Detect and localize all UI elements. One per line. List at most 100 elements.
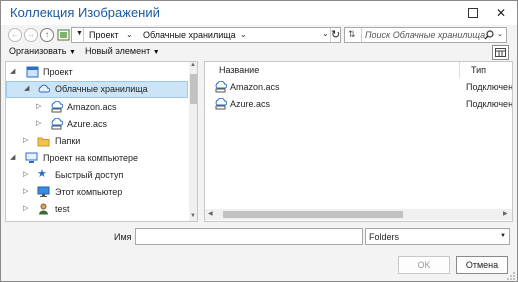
location-icon: [57, 29, 70, 41]
cloud-connection-icon: [215, 81, 227, 93]
user-icon: [39, 203, 48, 215]
tree-item-label: Проект: [43, 67, 73, 77]
search-icon[interactable]: [484, 30, 494, 40]
list-horizontal-scrollbar[interactable]: ◀ ▶: [205, 209, 512, 220]
tree-item-label: Amazon.acs: [67, 102, 117, 112]
column-header-type[interactable]: Тип: [471, 65, 486, 75]
column-divider[interactable]: [459, 62, 460, 78]
tree-item-amazon[interactable]: ▷ Amazon.acs: [6, 99, 188, 116]
list-row-amazon[interactable]: Amazon.acs Подключение: [211, 79, 512, 96]
cloud-connection-icon: [215, 98, 227, 110]
list-item-type: Подключение: [466, 99, 513, 109]
close-button[interactable]: ✕: [493, 5, 509, 21]
computer-project-icon: [25, 152, 38, 163]
forward-button[interactable]: →: [24, 28, 38, 42]
refresh-icon[interactable]: ↻: [331, 28, 340, 41]
cancel-button[interactable]: Отмена: [456, 256, 508, 274]
collapse-arrow-icon[interactable]: ◢: [24, 84, 29, 92]
expand-arrow-icon[interactable]: ▷: [23, 170, 28, 178]
navigation-tree[interactable]: ◢ Проект ◢ Облачные хранилища ▷ Amazon.a…: [5, 61, 198, 222]
chevron-down-icon: ▼: [152, 49, 160, 56]
tree-item-label: Облачные хранилища: [55, 84, 148, 94]
collapse-arrow-icon[interactable]: ◢: [10, 153, 15, 161]
tree-item-folders[interactable]: ▷ Папки: [6, 133, 188, 150]
crumb-cloud-storage[interactable]: Облачные хранилища: [143, 30, 236, 40]
crumb-project[interactable]: Проект: [89, 30, 119, 40]
sort-icon[interactable]: ⇅: [348, 29, 356, 40]
resize-grip-icon[interactable]: [506, 271, 516, 281]
tree-vertical-scrollbar[interactable]: ▲ ▼: [189, 62, 197, 221]
crumb-chevron-icon[interactable]: ⌄: [126, 30, 133, 39]
chevron-down-icon[interactable]: ▼: [76, 30, 83, 37]
list-row-azure[interactable]: Azure.acs Подключение: [211, 96, 513, 113]
tree-item-label: Быстрый доступ: [55, 170, 124, 180]
expand-arrow-icon[interactable]: ▷: [23, 204, 28, 212]
name-field[interactable]: [135, 228, 363, 245]
expand-arrow-icon[interactable]: ▷: [23, 187, 28, 195]
scroll-right-icon[interactable]: ▶: [503, 210, 508, 217]
window-title: Коллекция Изображений: [10, 5, 160, 20]
scroll-up-icon[interactable]: ▲: [190, 62, 196, 68]
expand-arrow-icon[interactable]: ▷: [23, 136, 28, 144]
history-dropdown-icon[interactable]: ⌄: [322, 29, 329, 38]
scroll-down-icon[interactable]: ▼: [190, 213, 196, 219]
crumb-chevron-icon[interactable]: ⌄: [240, 30, 247, 39]
chevron-down-icon: ▼: [68, 49, 76, 56]
tree-scroll-thumb[interactable]: [190, 74, 197, 104]
search-divider: [361, 28, 362, 42]
back-button[interactable]: ←: [8, 28, 22, 42]
new-item-menu[interactable]: Новый элемент ▼: [85, 46, 160, 56]
column-header-name[interactable]: Название: [219, 65, 259, 75]
tree-item-computer-project[interactable]: ◢ Проект на компьютере: [6, 150, 188, 167]
star-icon: ★: [37, 168, 47, 180]
address-box[interactable]: ▼ Проект ⌄ Облачные хранилища ⌄ ⌄ ↻: [57, 27, 341, 43]
folder-icon: [37, 137, 50, 147]
navigation-bar: ← → ↑ ▼ Проект ⌄ Облачные хранилища ⌄ ⌄ …: [1, 25, 517, 46]
search-options-chevron-icon[interactable]: ⌄: [497, 30, 503, 38]
cloud-connection-icon: [51, 118, 63, 130]
project-icon: [26, 66, 39, 78]
view-list-icon: [495, 48, 506, 57]
view-options-button[interactable]: [492, 45, 509, 60]
tree-item-azure[interactable]: ▷ Azure.acs: [6, 116, 188, 133]
file-type-select[interactable]: Folders ▼: [365, 228, 510, 245]
up-button[interactable]: ↑: [40, 28, 54, 42]
tree-item-label: Проект на компьютере: [43, 153, 139, 163]
cloud-storage-icon: [38, 84, 50, 93]
ok-button[interactable]: OK: [398, 256, 450, 274]
new-item-label: Новый элемент: [85, 46, 151, 56]
tree-item-project[interactable]: ◢ Проект: [6, 64, 188, 81]
tree-item-this-pc[interactable]: ▷ Этот компьютер: [6, 184, 188, 201]
command-bar: Организовать ▼ Новый элемент ▼: [1, 45, 517, 61]
name-label: Имя: [114, 232, 132, 242]
search-input[interactable]: ⇅ Поиск Облачные хранилища ⌄: [344, 27, 507, 43]
tree-item-label: test: [55, 204, 70, 214]
tree-item-quick-access[interactable]: ▷ ★ Быстрый доступ: [6, 167, 188, 184]
forward-arrow-icon: →: [27, 30, 35, 39]
organize-menu[interactable]: Организовать ▼: [9, 46, 76, 56]
file-list[interactable]: Название Тип Amazon.acs Подключение Azur…: [204, 61, 513, 222]
list-item-name: Amazon.acs: [230, 82, 280, 92]
close-icon: ✕: [495, 6, 507, 20]
scroll-left-icon[interactable]: ◀: [208, 210, 213, 217]
organize-label: Организовать: [9, 46, 67, 56]
dialog-window: Коллекция Изображений ✕ ← → ↑ ▼ Проект ⌄…: [0, 0, 518, 282]
search-placeholder: Поиск Облачные хранилища: [365, 30, 486, 40]
tree-item-cloud-storage[interactable]: ◢ Облачные хранилища: [6, 81, 188, 98]
expand-arrow-icon[interactable]: ▷: [36, 102, 41, 110]
collapse-arrow-icon[interactable]: ◢: [10, 67, 15, 75]
maximize-icon: [468, 8, 478, 18]
chevron-down-icon: ▼: [500, 233, 506, 239]
tree-item-label: Этот компьютер: [55, 187, 123, 197]
tree-item-test[interactable]: ▷ test: [6, 201, 188, 218]
up-arrow-icon: ↑: [45, 30, 49, 39]
file-type-value: Folders: [369, 232, 400, 242]
list-scroll-thumb[interactable]: [223, 211, 403, 218]
title-bar: Коллекция Изображений ✕: [1, 1, 517, 25]
monitor-icon: [37, 186, 50, 197]
tree-item-label: Azure.acs: [67, 119, 108, 129]
expand-arrow-icon[interactable]: ▷: [36, 119, 41, 127]
maximize-button[interactable]: [465, 5, 481, 21]
tree-item-label: Папки: [55, 136, 81, 146]
cloud-connection-icon: [51, 101, 63, 113]
